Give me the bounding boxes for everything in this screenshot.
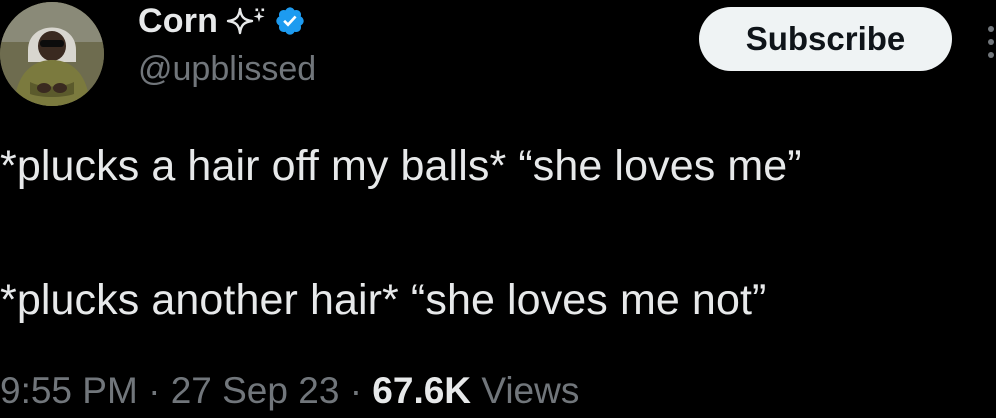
tweet-text-line-1: *plucks a hair off my balls* “she loves … (0, 142, 802, 190)
tweet-time[interactable]: 9:55 PM (0, 370, 138, 411)
separator: · (349, 370, 363, 411)
verified-badge-icon[interactable] (274, 5, 306, 37)
views-count: 67.6K (372, 370, 472, 411)
tweet: Corn @upblissed Subscribe *plucks a hair… (0, 0, 996, 418)
avatar[interactable] (0, 2, 104, 106)
separator: · (148, 370, 161, 411)
views-label: Views (481, 370, 580, 411)
tweet-date[interactable]: 27 Sep 23 (171, 370, 340, 411)
display-name[interactable]: Corn (138, 2, 218, 41)
more-icon[interactable] (981, 24, 996, 60)
subscribe-button[interactable]: Subscribe (699, 7, 952, 71)
tweet-metadata: 9:55 PM · 27 Sep 23 · 67.6K Views (0, 370, 579, 412)
tweet-text-line-2: *plucks another hair* “she loves me not” (0, 276, 767, 324)
author-name-row: Corn (138, 0, 306, 42)
author-handle[interactable]: @upblissed (138, 50, 316, 89)
sparkle-icon (226, 7, 268, 35)
